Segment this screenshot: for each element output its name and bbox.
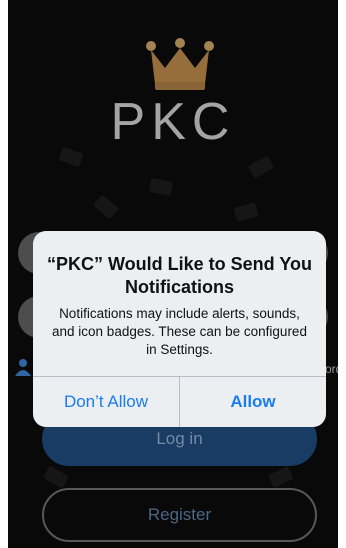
screenshot-border-right [338, 0, 346, 548]
alert-title: “PKC” Would Like to Send You Notificatio… [46, 254, 312, 297]
dont-allow-button[interactable]: Don’t Allow [33, 377, 179, 427]
alert-message: Notifications may include alerts, sounds… [52, 306, 307, 357]
app-screen: PKC ord Log in Register “PKC” Would Like… [0, 0, 346, 548]
screenshot-border-left [0, 0, 8, 548]
allow-button[interactable]: Allow [180, 377, 326, 427]
notification-permission-alert: “PKC” Would Like to Send You Notificatio… [33, 231, 326, 427]
